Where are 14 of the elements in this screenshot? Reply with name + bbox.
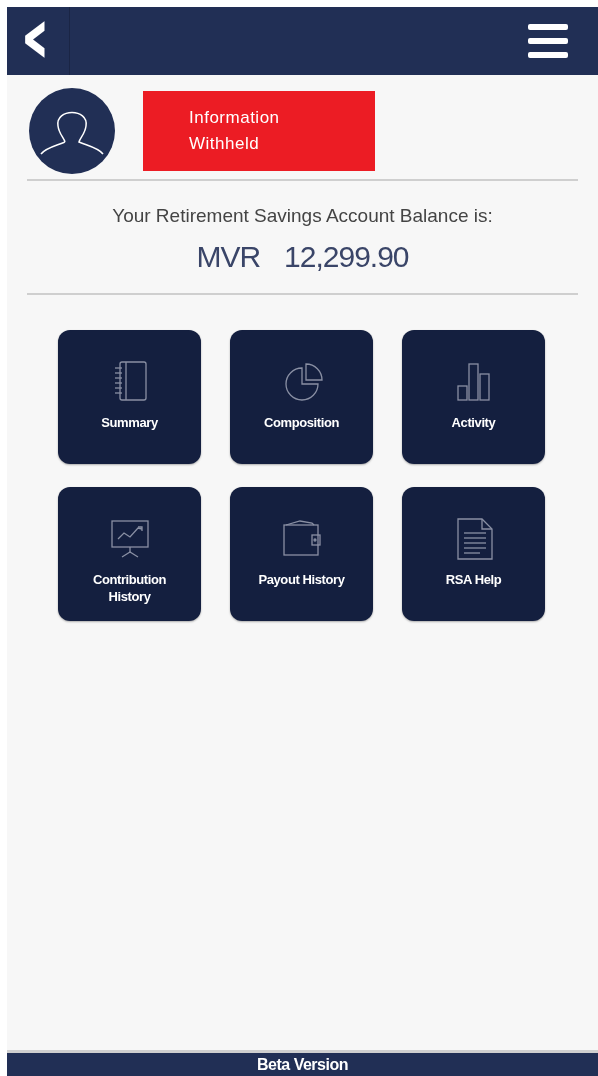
balance-label: Your Retirement Savings Account Balance is:	[112, 205, 493, 227]
menu-tile[interactable]: RSA Help	[402, 487, 545, 621]
menu-tile[interactable]: Activity	[402, 330, 545, 464]
menu-tile[interactable]: Composition	[230, 330, 373, 464]
currency: MVR	[196, 240, 261, 274]
menu-tile[interactable]: Contribution History	[58, 487, 201, 621]
menu-tile[interactable]: Payout History	[230, 487, 373, 621]
menu-icon[interactable]	[528, 24, 568, 58]
back-button[interactable]: ‹	[7, 0, 52, 86]
name-text: Information Withheld	[189, 106, 281, 155]
avatar-icon	[29, 88, 115, 174]
menu-tile[interactable]: Summary	[58, 330, 201, 464]
balance-amount: 12,299.90	[284, 240, 409, 274]
version-footer: Beta Version	[7, 1050, 598, 1076]
